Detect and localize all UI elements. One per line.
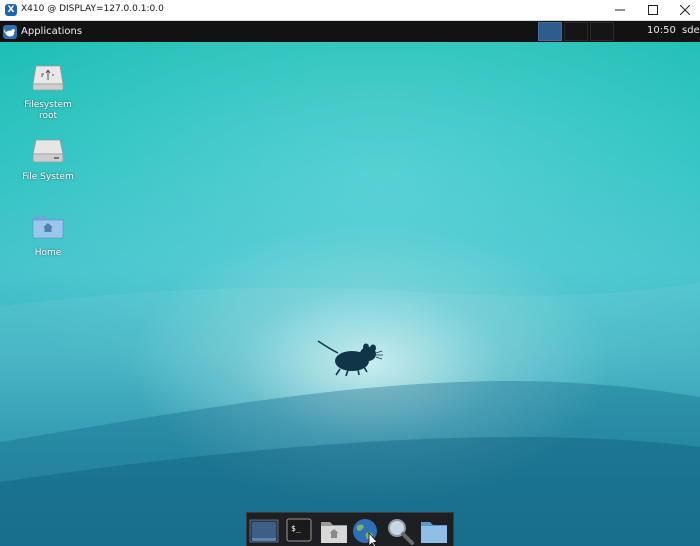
home-label: Home: [34, 248, 62, 258]
minimize-icon: [615, 9, 625, 11]
file-system-label: File System: [22, 172, 74, 182]
desktop-icon: [249, 519, 279, 543]
applications-label: Applications: [21, 26, 83, 37]
filesystem-root-label-line1: Filesystem: [24, 100, 72, 110]
xfce-mouse-icon: [3, 24, 17, 39]
dock-file-manager[interactable]: [319, 517, 349, 545]
desktop-icon-filesystem-root[interactable]: Filesystem root: [13, 60, 83, 122]
close-button[interactable]: [670, 0, 700, 20]
magnifier-icon: [388, 519, 414, 545]
home-folder-icon: [32, 216, 64, 239]
applications-menu-button[interactable]: Applications: [0, 21, 82, 42]
folder-icon: [421, 522, 447, 543]
globe-icon: [353, 519, 378, 546]
wallpaper-waves: [0, 282, 700, 546]
workspace-2-button[interactable]: [564, 22, 588, 41]
workspace-3-button[interactable]: [590, 22, 614, 41]
panel-clock[interactable]: 10:50: [647, 25, 676, 36]
panel-user[interactable]: sde: [682, 25, 700, 36]
close-icon: [680, 5, 690, 15]
filesystem-root-label-line2: root: [38, 111, 58, 121]
bottom-dock: $_: [246, 512, 454, 546]
maximize-button[interactable]: [638, 0, 668, 20]
maximize-icon: [648, 5, 658, 15]
dock-web-browser[interactable]: [351, 517, 381, 546]
home-folder-icon: [321, 522, 347, 543]
hard-drive-icon: [32, 139, 64, 163]
dock-app-finder[interactable]: [385, 517, 415, 545]
workspace-1-button[interactable]: [538, 22, 562, 41]
window-titlebar[interactable]: X X410 @ DISPLAY=127.0.0.1:0.0: [0, 0, 700, 21]
top-panel: Applications 10:50 sde: [0, 21, 700, 42]
minimize-button[interactable]: [605, 0, 635, 20]
dock-terminal[interactable]: $_: [285, 517, 315, 545]
window-title: X410 @ DISPLAY=127.0.0.1:0.0: [21, 4, 164, 14]
usb-drive-icon: [32, 65, 64, 91]
dock-show-desktop[interactable]: [249, 517, 279, 545]
svg-text:$_: $_: [291, 524, 301, 533]
desktop-icon-home[interactable]: Home: [13, 210, 83, 259]
x410-icon: X: [5, 4, 17, 16]
desktop-icon-file-system[interactable]: File System: [13, 136, 83, 183]
desktop[interactable]: Filesystem root File System Home: [0, 42, 700, 546]
xfce-mouse-logo: [317, 340, 383, 377]
dock-folder[interactable]: [419, 517, 449, 545]
terminal-icon: $_: [286, 518, 312, 542]
